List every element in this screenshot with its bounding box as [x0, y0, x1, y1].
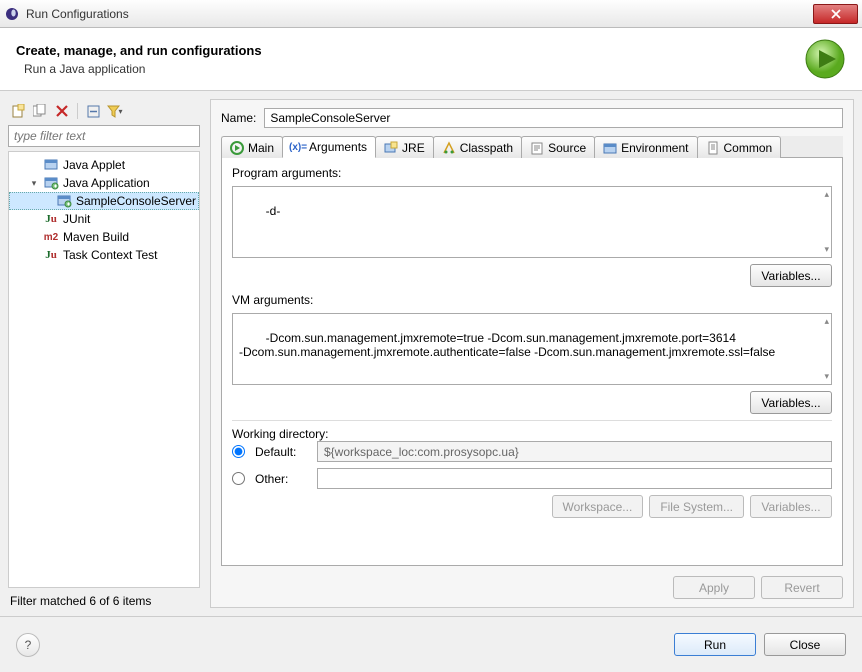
- new-config-button[interactable]: [8, 101, 28, 121]
- window-title: Run Configurations: [26, 7, 813, 21]
- tree-item-java-applet[interactable]: Java Applet: [9, 156, 199, 174]
- delete-config-button[interactable]: [52, 101, 72, 121]
- vm-arguments-label: VM arguments:: [232, 293, 832, 307]
- jre-icon: [384, 141, 398, 155]
- tab-label: Arguments: [309, 140, 367, 154]
- run-icon-large: [804, 38, 846, 80]
- toolbar-separator: [77, 103, 78, 119]
- workdir-variables-button[interactable]: Variables...: [750, 495, 832, 518]
- scroll-down-icon[interactable]: ▾: [824, 371, 829, 382]
- tab-label: JRE: [402, 141, 425, 155]
- workdir-other-radio[interactable]: [232, 472, 245, 485]
- classpath-icon: [442, 141, 456, 155]
- apply-button[interactable]: Apply: [673, 576, 755, 599]
- tree-item-label: Java Application: [63, 176, 150, 190]
- workdir-default-field: [317, 441, 832, 462]
- filter-input[interactable]: [8, 125, 200, 147]
- vm-args-variables-button[interactable]: Variables...: [750, 391, 832, 414]
- tab-label: Main: [248, 141, 274, 155]
- common-icon: [706, 141, 720, 155]
- config-toolbar: ▾: [8, 99, 200, 125]
- tab-label: Environment: [621, 141, 688, 155]
- scroll-up-icon[interactable]: ▴: [824, 189, 829, 200]
- duplicate-config-button[interactable]: [30, 101, 50, 121]
- tree-item-sampleconsoleserver[interactable]: SampleConsoleServer: [9, 192, 199, 210]
- vm-arguments-input[interactable]: -Dcom.sun.management.jmxremote=true -Dco…: [232, 313, 832, 385]
- workdir-other-field[interactable]: [317, 468, 832, 489]
- tree-item-java-application[interactable]: ▾ Java Application: [9, 174, 199, 192]
- window-close-button[interactable]: [813, 4, 858, 24]
- env-icon: [603, 141, 617, 155]
- name-input[interactable]: [264, 108, 843, 128]
- tree-item-junit[interactable]: Ju JUnit: [9, 210, 199, 228]
- maven-icon: m2: [43, 229, 59, 245]
- tab-label: Source: [548, 141, 586, 155]
- header-subtitle: Run a Java application: [24, 62, 804, 76]
- arguments-panel: Program arguments: -d- ▴ ▾ Variables... …: [221, 158, 843, 566]
- scroll-down-icon[interactable]: ▾: [824, 244, 829, 255]
- tab-environment[interactable]: Environment: [594, 136, 697, 158]
- tab-source[interactable]: Source: [521, 136, 595, 158]
- titlebar: Run Configurations: [0, 0, 862, 28]
- tree-item-task-context-test[interactable]: Ju Task Context Test: [9, 246, 199, 264]
- program-arguments-label: Program arguments:: [232, 166, 832, 180]
- tab-arguments[interactable]: (x)= Arguments: [282, 136, 376, 158]
- name-label: Name:: [221, 111, 256, 125]
- app-icon: [43, 175, 59, 191]
- source-icon: [530, 141, 544, 155]
- working-directory-label: Working directory:: [232, 427, 832, 441]
- expander-icon[interactable]: ▾: [29, 178, 39, 189]
- junit-task-icon: Ju: [43, 247, 59, 263]
- tab-label: Common: [724, 141, 773, 155]
- app-icon: [56, 193, 72, 209]
- program-args-variables-button[interactable]: Variables...: [750, 264, 832, 287]
- tab-classpath[interactable]: Classpath: [433, 136, 522, 158]
- tab-bar: Main (x)= Arguments JRE Classpath Source Envir…: [221, 136, 843, 158]
- run-button[interactable]: Run: [674, 633, 756, 656]
- scroll-up-icon[interactable]: ▴: [824, 316, 829, 327]
- tree-item-label: SampleConsoleServer: [76, 194, 196, 208]
- close-button[interactable]: Close: [764, 633, 846, 656]
- collapse-all-button[interactable]: [83, 101, 103, 121]
- tree-item-label: Java Applet: [63, 158, 125, 172]
- tab-jre[interactable]: JRE: [375, 136, 434, 158]
- junit-icon: Ju: [43, 211, 59, 227]
- header-title: Create, manage, and run configurations: [16, 43, 804, 58]
- revert-button[interactable]: Revert: [761, 576, 843, 599]
- dialog-footer: ? Run Close: [0, 616, 862, 672]
- main-icon: [230, 141, 244, 155]
- help-button[interactable]: ?: [16, 633, 40, 657]
- right-panel: Name: Main (x)= Arguments JRE Classpath Sourc…: [210, 99, 854, 608]
- tree-item-label: Task Context Test: [63, 248, 158, 262]
- workdir-other-label: Other:: [255, 472, 307, 486]
- filter-status: Filter matched 6 of 6 items: [8, 588, 200, 608]
- dialog-header: Create, manage, and run configurations R…: [0, 28, 862, 91]
- workdir-default-label: Default:: [255, 445, 307, 459]
- tab-label: Classpath: [460, 141, 513, 155]
- tree-item-label: JUnit: [63, 212, 90, 226]
- args-icon: (x)=: [291, 140, 305, 154]
- filesystem-button[interactable]: File System...: [649, 495, 744, 518]
- tab-main[interactable]: Main: [221, 136, 283, 158]
- config-tree[interactable]: Java Applet ▾ Java Application SampleConsol…: [8, 151, 200, 588]
- tree-item-label: Maven Build: [63, 230, 129, 244]
- tab-common[interactable]: Common: [697, 136, 782, 158]
- program-arguments-input[interactable]: -d- ▴ ▾: [232, 186, 832, 258]
- eclipse-icon: [4, 6, 20, 22]
- filter-button[interactable]: ▾: [105, 101, 125, 121]
- applet-icon: [43, 157, 59, 173]
- workdir-default-radio[interactable]: [232, 445, 245, 458]
- tree-item-maven-build[interactable]: m2 Maven Build: [9, 228, 199, 246]
- left-panel: ▾ Java Applet ▾ Java Application SampleCons…: [8, 99, 200, 608]
- workspace-button[interactable]: Workspace...: [552, 495, 644, 518]
